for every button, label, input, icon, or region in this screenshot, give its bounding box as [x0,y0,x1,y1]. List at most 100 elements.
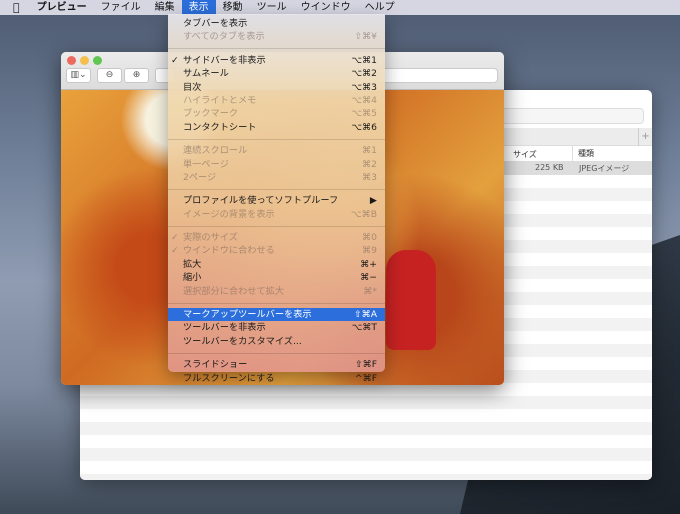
menu-item-shortcut: ▶ [369,195,377,207]
menu-item-label: ツールバーを非表示 [183,322,266,334]
menu-separator [168,48,385,50]
column-kind[interactable]: 種類 [572,146,594,162]
menu-item[interactable]: ハイライトとメモ ⌥⌘4 [168,94,385,107]
menu-4[interactable]: 移動 [216,0,250,15]
menu-item-label: 連続スクロール [183,145,248,157]
menu-2[interactable]: 編集 [148,0,182,15]
menu-item-shortcut: ⌥⌘4 [351,94,377,106]
menu-item[interactable]: タブバーを表示 [168,17,385,30]
menu-item[interactable]: ブックマーク ⌥⌘5 [168,107,385,120]
menu-item-shortcut: ⌘+ [360,258,377,270]
menu-item-shortcut: ⌘1 [361,145,377,157]
menu-item-label: 実際のサイズ [183,232,238,244]
menu-1[interactable]: ファイル [94,0,148,15]
menu-item-label: すべてのタブを表示 [183,31,265,43]
menu-separator [168,138,385,140]
column-size[interactable]: サイズ [513,149,537,160]
menu-3[interactable]: 表示 [181,0,216,15]
menu-bar:  プレビューファイル編集表示移動ツールウインドウヘルプ [0,0,680,15]
menu-separator [168,225,385,227]
zoom-out-button[interactable]: ⊖ [97,68,122,83]
file-size: 225 KB [535,163,564,172]
menu-item[interactable]: すべてのタブを表示 ⇧⌘¥ [168,30,385,43]
menu-item[interactable]: ツールバーを非表示 ⌥⌘T [168,321,385,334]
menu-item-shortcut: ⌥⌘2 [351,68,377,80]
menu-item-shortcut: ⌥⌘T [351,322,377,334]
menu-separator [168,352,385,354]
menu-item[interactable]: サムネール ⌥⌘2 [168,67,385,80]
menu-item-label: ツールバーをカスタマイズ... [183,335,302,347]
menu-item[interactable]: 目次 ⌥⌘3 [168,81,385,94]
menu-item-shortcut: ^⌘F [354,372,377,384]
menu-item-shortcut: ⌘− [360,272,377,284]
close-button[interactable] [67,56,76,65]
add-tab-button[interactable]: + [638,128,652,146]
menu-item-shortcut: ⌥⌘1 [351,54,377,66]
sidebar-toggle-button[interactable]: ▥⌄ [66,68,91,83]
menu-item-shortcut: ⌘* [363,285,377,297]
menu-item-label: 目次 [183,81,202,93]
menu-item[interactable]: 2ページ ⌘3 [168,171,385,184]
menu-item-label: スライドショー [183,359,248,371]
menu-item-label: マークアップツールバーを表示 [183,309,312,321]
menu-item-shortcut: ⌥⌘B [350,208,377,220]
menu-item[interactable]: 単一ページ ⌘2 [168,158,385,171]
zoom-in-button[interactable]: ⊕ [124,68,149,83]
menu-item-label: ハイライトとメモ [183,94,257,106]
menu-item-label: サイドバーを非表示 [183,54,266,66]
minimize-button[interactable] [80,56,89,65]
menu-item[interactable]: 選択部分に合わせて拡大 ⌘* [168,285,385,298]
menu-item[interactable]: ✓ ウインドウに合わせる ⌘9 [168,244,385,257]
menu-item-shortcut: ⇧⌘¥ [354,31,377,43]
menu-item-shortcut: ⌘3 [361,171,377,183]
view-menu: タブバーを表示すべてのタブを表示 ⇧⌘¥ ✓ サイドバーを非表示 ⌥⌘1 サムネール ⌥⌘2… [168,14,385,384]
menu-item-label: ウインドウに合わせる [183,245,275,257]
menu-item-shortcut: ⌥⌘3 [351,81,377,93]
menu-separator [168,188,385,190]
menu-item-label: 単一ページ [183,158,229,170]
menu-item-shortcut: ⌘2 [361,158,377,170]
menu-item-label: サムネール [183,68,229,80]
menu-item[interactable]: プロファイルを使ってソフトプルーフ ▶ [168,194,385,207]
menu-item[interactable]: イメージの背景を表示 ⌥⌘B [168,208,385,221]
menu-item[interactable]: ✓ 実際のサイズ ⌘0 [168,231,385,244]
menu-item[interactable]: スライドショー ⇧⌘F [168,358,385,371]
checkmark-icon: ✓ [171,54,179,66]
menu-item[interactable]: ✓ サイドバーを非表示 ⌥⌘1 [168,54,385,67]
menu-item-shortcut: ⇧⌘F [354,359,377,371]
menu-0[interactable]: プレビュー [30,0,94,15]
menu-item[interactable]: コンタクトシート ⌥⌘6 [168,121,385,134]
menu-item-label: 拡大 [183,258,202,270]
menu-item-label: 2ページ [183,171,217,183]
menu-item-shortcut: ⌘0 [361,232,377,244]
checkmark-icon: ✓ [171,232,179,244]
menu-item-label: 選択部分に合わせて拡大 [183,285,285,297]
menu-item-label: タブバーを表示 [183,18,248,29]
child-figure [386,250,436,350]
checkmark-icon: ✓ [171,245,179,257]
menu-item[interactable]: 縮小 ⌘− [168,271,385,284]
menu-item[interactable]: 拡大 ⌘+ [168,258,385,271]
zoom-button[interactable] [93,56,102,65]
menu-item[interactable]: マークアップツールバーを表示 ⇧⌘A [168,308,385,322]
menu-separator [168,302,385,304]
menu-item[interactable]: 連続スクロール ⌘1 [168,144,385,157]
menu-item[interactable]: ツールバーをカスタマイズ... [168,335,385,348]
menu-item-shortcut: ⌥⌘6 [351,121,377,133]
menu-item-label: コンタクトシート [183,121,257,133]
menu-item-label: フルスクリーンにする [183,372,275,384]
menu-item-label: 縮小 [183,272,202,284]
menu-item-label: ブックマーク [183,108,239,120]
menu-item-shortcut: ⌥⌘5 [351,108,377,120]
menu-item-shortcut: ⌘9 [361,245,377,257]
file-kind: JPEGイメージ [579,164,630,173]
menu-6[interactable]: ウインドウ [294,0,358,15]
menu-5[interactable]: ツール [250,0,294,15]
menu-7[interactable]: ヘルプ [358,0,402,15]
menu-item[interactable]: フルスクリーンにする ^⌘F [168,372,385,385]
menu-item-shortcut: ⇧⌘A [353,309,377,321]
search-field[interactable] [379,68,498,83]
menu-item-label: プロファイルを使ってソフトプルーフ [183,195,339,207]
menu-item-label: イメージの背景を表示 [183,208,275,220]
apple-icon[interactable]:  [0,0,30,15]
